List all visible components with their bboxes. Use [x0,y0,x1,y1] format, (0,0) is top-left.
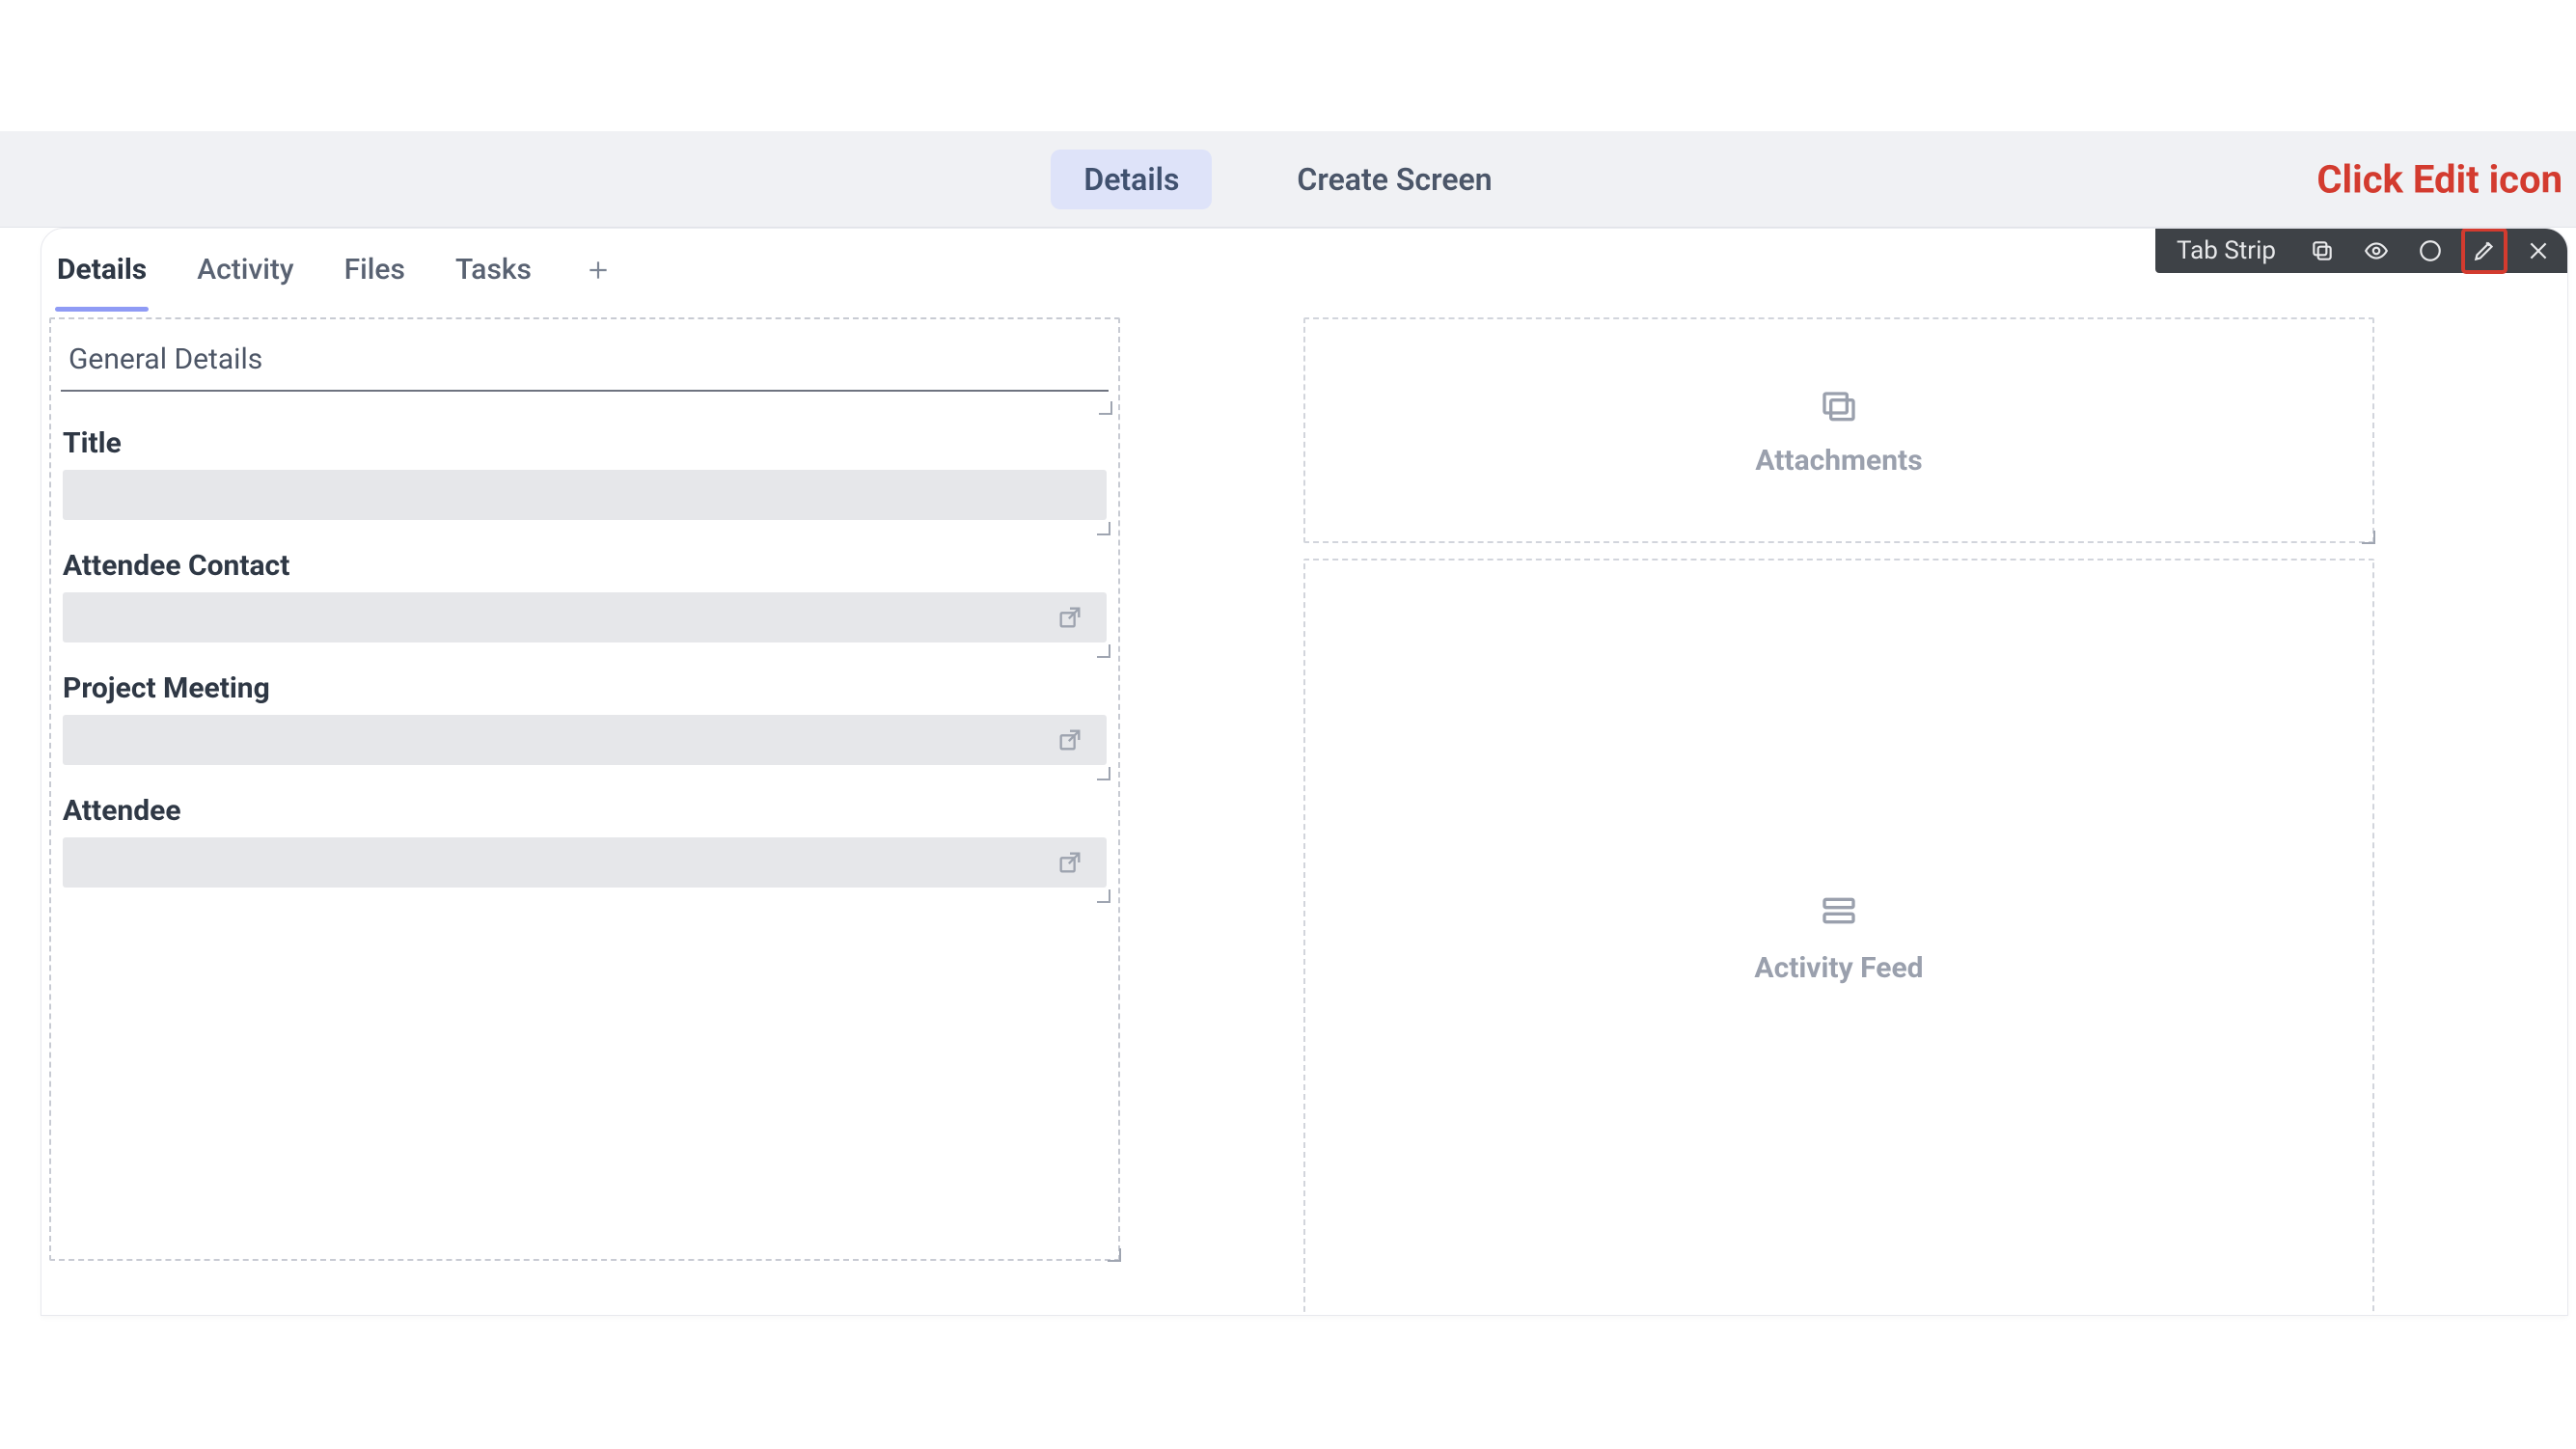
left-form-zone[interactable]: General Details Title Attendee Contact [49,317,1120,1261]
relation-input[interactable] [63,715,1107,765]
zone-resize-handle[interactable] [1108,1248,1121,1262]
editor-body: General Details Title Attendee Contact [49,317,2560,1315]
field-label: Project Meeting [63,671,1107,705]
callout-text: Click Edit icon [2316,156,2562,202]
field-attendee-contact[interactable]: Attendee Contact [57,535,1112,658]
bottom-letterbox [0,1316,2576,1447]
element-toolbar: Tab Strip [2155,229,2567,273]
eye-icon[interactable] [2359,233,2394,268]
tab-details[interactable]: Details [55,229,149,312]
field-resize-handle[interactable] [1097,889,1110,903]
add-tab-button[interactable] [580,252,617,288]
top-tab-details[interactable]: Details [1051,150,1212,209]
primary-tab-bar: Details Create Screen Click Edit icon [0,131,2576,228]
relation-input[interactable] [63,837,1107,888]
zone-resize-handle[interactable] [2362,531,2375,544]
close-icon[interactable] [2521,233,2556,268]
field-title[interactable]: Title [57,413,1112,535]
field-resize-handle[interactable] [1097,644,1110,658]
tab-activity[interactable]: Activity [195,229,295,312]
field-attendee[interactable]: Attendee [57,780,1112,903]
attachments-title: Attachments [1755,444,1922,478]
activity-feed-icon [1820,891,1858,930]
circle-icon[interactable] [2413,233,2448,268]
field-label: Attendee Contact [63,549,1107,583]
activity-feed-title: Activity Feed [1754,951,1923,985]
field-label: Attendee [63,794,1107,828]
field-resize-handle[interactable] [1097,767,1110,780]
canvas-panel: Tab Strip Details Activity Files Tasks G… [41,228,2568,1316]
element-toolbar-label: Tab Strip [2177,236,2276,265]
top-tab-create-screen[interactable]: Create Screen [1264,150,1524,209]
copy-icon[interactable] [2305,233,2340,268]
right-column: Attachments Activity Feed [1303,317,2374,1315]
tab-tasks[interactable]: Tasks [453,229,534,312]
attachments-placeholder[interactable]: Attachments [1303,317,2374,543]
top-letterbox [0,0,2576,131]
section-resize-handle[interactable] [1099,401,1112,415]
tab-files[interactable]: Files [343,229,407,312]
text-input[interactable] [63,470,1107,520]
relation-input[interactable] [63,592,1107,642]
field-resize-handle[interactable] [1097,522,1110,535]
field-label: Title [63,426,1107,460]
field-project-meeting[interactable]: Project Meeting [57,658,1112,780]
attachments-icon [1820,384,1858,423]
pencil-icon[interactable] [2467,233,2502,268]
section-header[interactable]: General Details [61,325,1109,392]
activity-feed-placeholder[interactable]: Activity Feed [1303,559,2374,1315]
